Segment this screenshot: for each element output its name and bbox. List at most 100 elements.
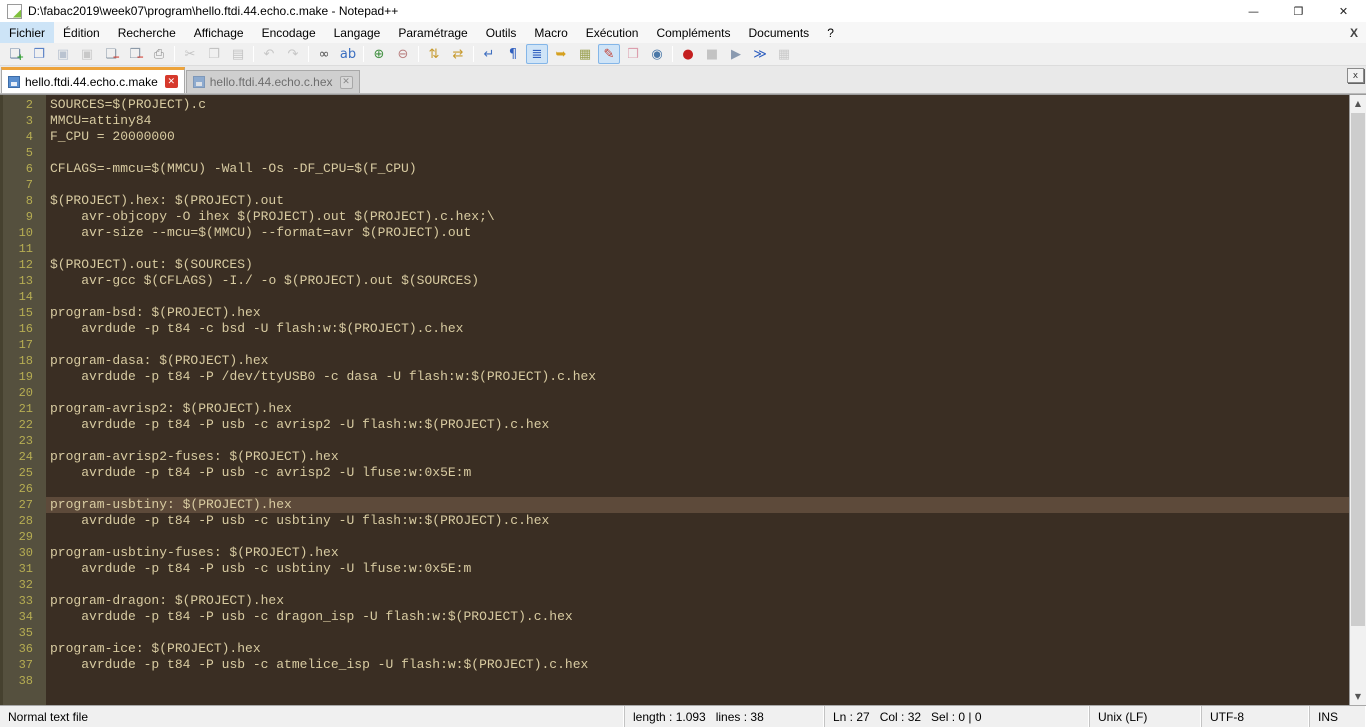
open-file-button[interactable]: ❐ [28,44,50,64]
show-all-characters-button[interactable]: ¶ [502,44,524,64]
code-line-20[interactable]: 20 [0,385,1349,401]
code-line-4[interactable]: 4 F_CPU = 20000000 [0,129,1349,145]
macro-record-button[interactable]: ● [677,44,699,64]
tabbar-close-doc-button[interactable]: x [1347,68,1364,83]
code-line-5[interactable]: 5 [0,145,1349,161]
new-file-button[interactable]: ❏ + [4,44,26,64]
menu-documents[interactable]: Documents [739,22,818,43]
paste-button[interactable]: ▤ [227,44,249,64]
code-line-16[interactable]: 16 avrdude -p t84 -c bsd -U flash:w:$(PR… [0,321,1349,337]
code-line-36[interactable]: 36 program-ice: $(PROJECT).hex [0,641,1349,657]
code-line-28[interactable]: 28 avrdude -p t84 -P usb -c usbtiny -U f… [0,513,1349,529]
function-list-button[interactable]: ➥ [550,44,572,64]
copy-button[interactable]: ❐ [203,44,225,64]
word-wrap-button[interactable]: ↵ [478,44,500,64]
scrollbar-track[interactable] [1350,112,1366,688]
file-monitoring-button[interactable]: ◉ [646,44,668,64]
code-line-8[interactable]: 8 $(PROJECT).hex: $(PROJECT).out [0,193,1349,209]
menu-execution[interactable]: Exécution [577,22,648,43]
code-line-24[interactable]: 24 program-avrisp2-fuses: $(PROJECT).hex [0,449,1349,465]
code-line-18[interactable]: 18 program-dasa: $(PROJECT).hex [0,353,1349,369]
code-line-12[interactable]: 12 $(PROJECT).out: $(SOURCES) [0,257,1349,273]
menu-encodage[interactable]: Encodage [253,22,325,43]
code-line-7[interactable]: 7 [0,177,1349,193]
menu-complements[interactable]: Compléments [647,22,739,43]
cut-button[interactable]: ✂ [179,44,201,64]
redo-button[interactable]: ↷ [282,44,304,64]
code-line-31[interactable]: 31 avrdude -p t84 -P usb -c usbtiny -U l… [0,561,1349,577]
code-line-30[interactable]: 30 program-usbtiny-fuses: $(PROJECT).hex [0,545,1349,561]
menu-outils[interactable]: Outils [477,22,526,43]
code-line-17[interactable]: 17 [0,337,1349,353]
replace-button[interactable]: ab [337,44,359,64]
tab-close-icon[interactable]: ✕ [339,75,353,89]
menu-fichier[interactable]: Fichier [0,22,55,43]
macro-save-button[interactable]: ▦ [773,44,795,64]
save-all-button[interactable]: ▣ [76,44,98,64]
show-indent-guide-button[interactable]: ≣ [526,44,548,64]
menu-macro[interactable]: Macro [525,22,576,43]
tab-hello-ftdi-44-echo-c-make[interactable]: hello.ftdi.44.echo.c.make ✕ [1,67,185,93]
code-line-10[interactable]: 10 avr-size --mcu=$(MMCU) --format=avr $… [0,225,1349,241]
code-line-34[interactable]: 34 avrdude -p t84 -P usb -c dragon_isp -… [0,609,1349,625]
undo-button[interactable]: ↶ [258,44,280,64]
close-button[interactable]: ✕ [1321,0,1366,22]
menu-langage[interactable]: Langage [325,22,390,43]
code-line-14[interactable]: 14 [0,289,1349,305]
document-map-button[interactable]: ▦ [574,44,596,64]
status-eol-format[interactable]: Unix (LF) [1090,706,1202,727]
code-line-13[interactable]: 13 avr-gcc $(CFLAGS) -I./ -o $(PROJECT).… [0,273,1349,289]
code-line-19[interactable]: 19 avrdude -p t84 -P /dev/ttyUSB0 -c das… [0,369,1349,385]
menu-help[interactable]: ? [818,22,843,43]
find-button[interactable]: ∞ [313,44,335,64]
macro-stop-button[interactable]: ■ [701,44,723,64]
sync-horizontal-scroll-button[interactable]: ⇄ [447,44,469,64]
close-file-button[interactable]: ❏ − [100,44,122,64]
code-line-6[interactable]: 6 CFLAGS=-mmcu=$(MMCU) -Wall -Os -DF_CPU=… [0,161,1349,177]
code-line-27[interactable]: 27 program-usbtiny: $(PROJECT).hex [0,497,1349,513]
code-line-9[interactable]: 9 avr-objcopy -O ihex $(PROJECT).out $(P… [0,209,1349,225]
code-line-37[interactable]: 37 avrdude -p t84 -P usb -c atmelice_isp… [0,657,1349,673]
scroll-up-arrow-icon[interactable]: ▲ [1350,95,1366,112]
status-insert-mode[interactable]: INS [1310,706,1366,727]
code-line-3[interactable]: 3 MMCU=attiny84 [0,113,1349,129]
code-line-21[interactable]: 21 program-avrisp2: $(PROJECT).hex [0,401,1349,417]
code-line-15[interactable]: 15 program-bsd: $(PROJECT).hex [0,305,1349,321]
code-line-25[interactable]: 25 avrdude -p t84 -P usb -c avrisp2 -U l… [0,465,1349,481]
tab-hello-ftdi-44-echo-c-hex[interactable]: hello.ftdi.44.echo.c.hex ✕ [185,70,360,93]
code-line-33[interactable]: 33 program-dragon: $(PROJECT).hex [0,593,1349,609]
zoom-out-button[interactable]: ⊖ [392,44,414,64]
folder-as-workspace-button[interactable]: ❒ [622,44,644,64]
code-line-26[interactable]: 26 [0,481,1349,497]
code-line-29[interactable]: 29 [0,529,1349,545]
document-list-button[interactable]: ✎ [598,44,620,64]
code-area[interactable]: 2 SOURCES=$(PROJECT).c 3 MMCU=attiny84 4 F_CP… [0,95,1349,705]
menu-edition[interactable]: Édition [54,22,109,43]
menu-parametrage[interactable]: Paramétrage [389,22,476,43]
vertical-scrollbar[interactable]: ▲ ▼ [1349,95,1366,705]
line-number: 14 [18,290,33,304]
menu-recherche[interactable]: Recherche [109,22,185,43]
code-line-38[interactable]: 38 [0,673,1349,689]
code-line-22[interactable]: 22 avrdude -p t84 -P usb -c avrisp2 -U f… [0,417,1349,433]
code-line-11[interactable]: 11 [0,241,1349,257]
status-encoding[interactable]: UTF-8 [1202,706,1310,727]
save-file-button[interactable]: ▣ [52,44,74,64]
code-line-32[interactable]: 32 [0,577,1349,593]
print-button[interactable]: ⎙ [148,44,170,64]
scrollbar-thumb[interactable] [1351,113,1365,626]
menu-affichage[interactable]: Affichage [185,22,253,43]
tab-close-icon[interactable]: ✕ [164,75,178,88]
menubar-close-document-button[interactable]: X [1342,22,1366,43]
code-line-23[interactable]: 23 [0,433,1349,449]
close-all-button[interactable]: ❐ − [124,44,146,64]
code-line-35[interactable]: 35 [0,625,1349,641]
restore-button[interactable]: ❐ [1276,0,1321,22]
sync-vertical-scroll-button[interactable]: ⇅ [423,44,445,64]
scroll-down-arrow-icon[interactable]: ▼ [1350,688,1366,705]
code-line-2[interactable]: 2 SOURCES=$(PROJECT).c [0,97,1349,113]
minimize-button[interactable]: — [1231,0,1276,22]
macro-play-button[interactable]: ▶ [725,44,747,64]
macro-run-multiple-button[interactable]: ≫ [749,44,771,64]
zoom-in-button[interactable]: ⊕ [368,44,390,64]
